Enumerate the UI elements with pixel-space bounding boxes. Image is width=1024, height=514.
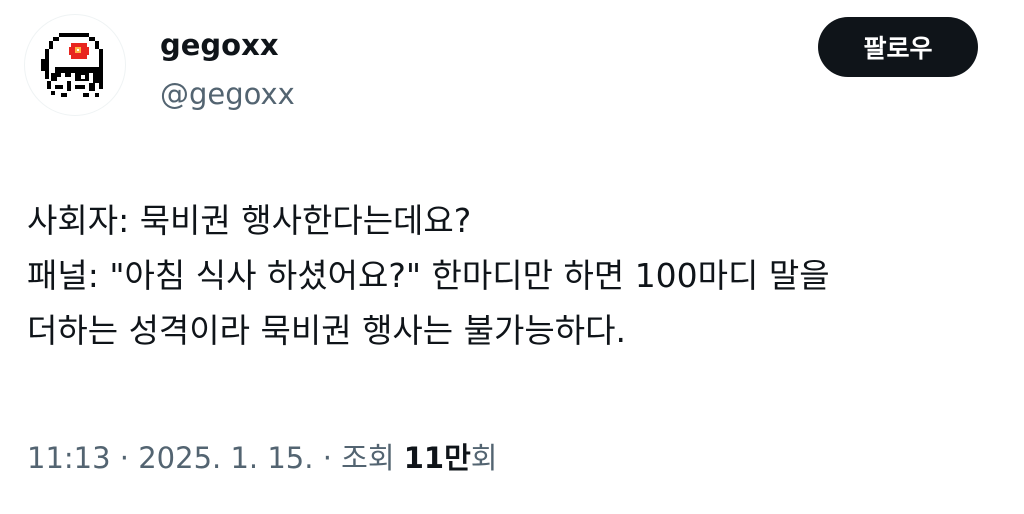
avatar[interactable] (24, 14, 126, 116)
tweet-line: 패널: "아침 식사 하셨어요?" 한마디만 하면 100마디 말을 (27, 256, 830, 295)
tweet-line: 더하는 성격이라 묵비권 행사는 불가능하다. (27, 311, 626, 350)
pixel-ghost-avatar-icon (41, 33, 103, 97)
views-label-suffix: 회 (470, 441, 498, 475)
user-handle[interactable]: @gegoxx (160, 76, 295, 112)
meta-separator: · (119, 441, 130, 475)
tweet-time[interactable]: 11:13 (27, 441, 111, 475)
tweet-text: 사회자: 묵비권 행사한다는데요? 패널: "아침 식사 하셨어요?" 한마디만… (27, 193, 1002, 358)
views-count: 11만 (403, 441, 471, 475)
tweet-metadata: 11:13 · 2025. 1. 15. · 조회 11만회 (27, 438, 497, 478)
views-label-prefix: 조회 (341, 441, 395, 475)
meta-separator: · (322, 441, 332, 475)
tweet-date[interactable]: 2025. 1. 15. (138, 441, 313, 475)
tweet-line: 사회자: 묵비권 행사한다는데요? (27, 201, 472, 240)
display-name[interactable]: gegoxx (160, 27, 279, 63)
follow-button[interactable]: 팔로우 (818, 17, 978, 77)
